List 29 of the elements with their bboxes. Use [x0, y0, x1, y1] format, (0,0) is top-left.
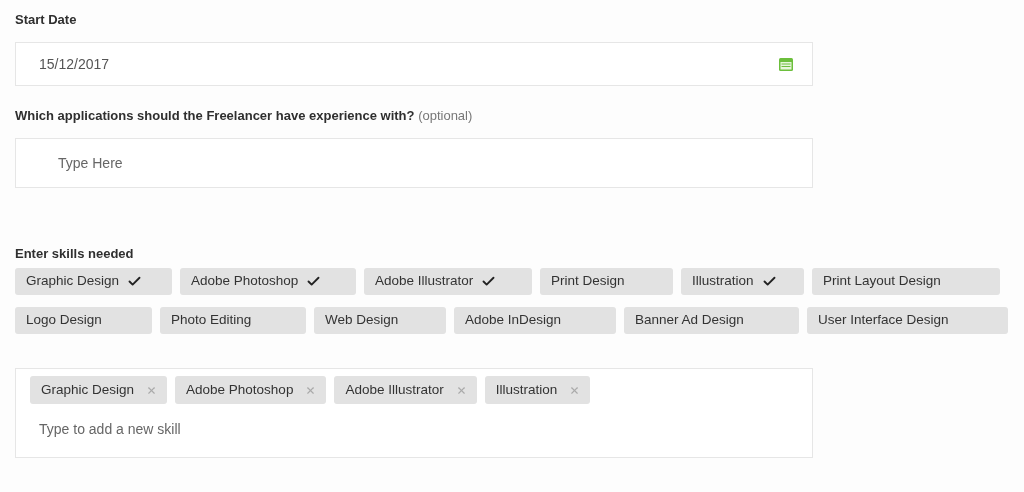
- new-skill-field[interactable]: Type to add a new skill: [30, 418, 790, 440]
- tag-label: Graphic Design: [41, 380, 135, 399]
- skill-chip[interactable]: Logo Design: [15, 307, 152, 334]
- calendar-icon[interactable]: [778, 56, 794, 72]
- applications-field[interactable]: Type Here: [15, 138, 813, 188]
- skill-chip[interactable]: User Interface Design: [807, 307, 1008, 334]
- field-label: Start Date: [15, 11, 78, 28]
- skill-chip[interactable]: Print Design: [540, 268, 673, 295]
- field-label: Which applications should the Freelancer have experience with? (optional): [15, 107, 474, 124]
- skill-chip[interactable]: Adobe Illustrator: [364, 268, 532, 295]
- remove-button[interactable]: [146, 384, 158, 396]
- tag-label: Illustration: [495, 380, 558, 399]
- skills-input-box[interactable]: Graphic Design Adobe Photoshop Adobe Illustrator Illustration Type to add a new skill: [15, 368, 813, 458]
- field-label: Enter skills needed: [15, 245, 135, 262]
- tag-label: Adobe Illustrator: [345, 380, 444, 399]
- date-field[interactable]: 15/12/2017: [15, 42, 813, 86]
- remove-button[interactable]: [569, 384, 581, 396]
- skill-chip[interactable]: Print Layout Design: [812, 268, 1000, 295]
- skill-chip[interactable]: Graphic Design: [15, 268, 172, 295]
- remove-button[interactable]: [455, 384, 467, 396]
- skill-chip[interactable]: Adobe InDesign: [454, 307, 616, 334]
- skill-chip[interactable]: Illustration: [681, 268, 804, 295]
- skill-chip[interactable]: Adobe Photoshop: [180, 268, 356, 295]
- skill-chip[interactable]: Banner Ad Design: [624, 307, 799, 334]
- tag-label: Adobe Photoshop: [186, 380, 294, 399]
- date-value: 15/12/2017: [39, 54, 110, 74]
- skill-chip[interactable]: Photo Editing: [160, 307, 306, 334]
- remove-button[interactable]: [305, 384, 317, 396]
- skill-chip[interactable]: Web Design: [314, 307, 446, 334]
